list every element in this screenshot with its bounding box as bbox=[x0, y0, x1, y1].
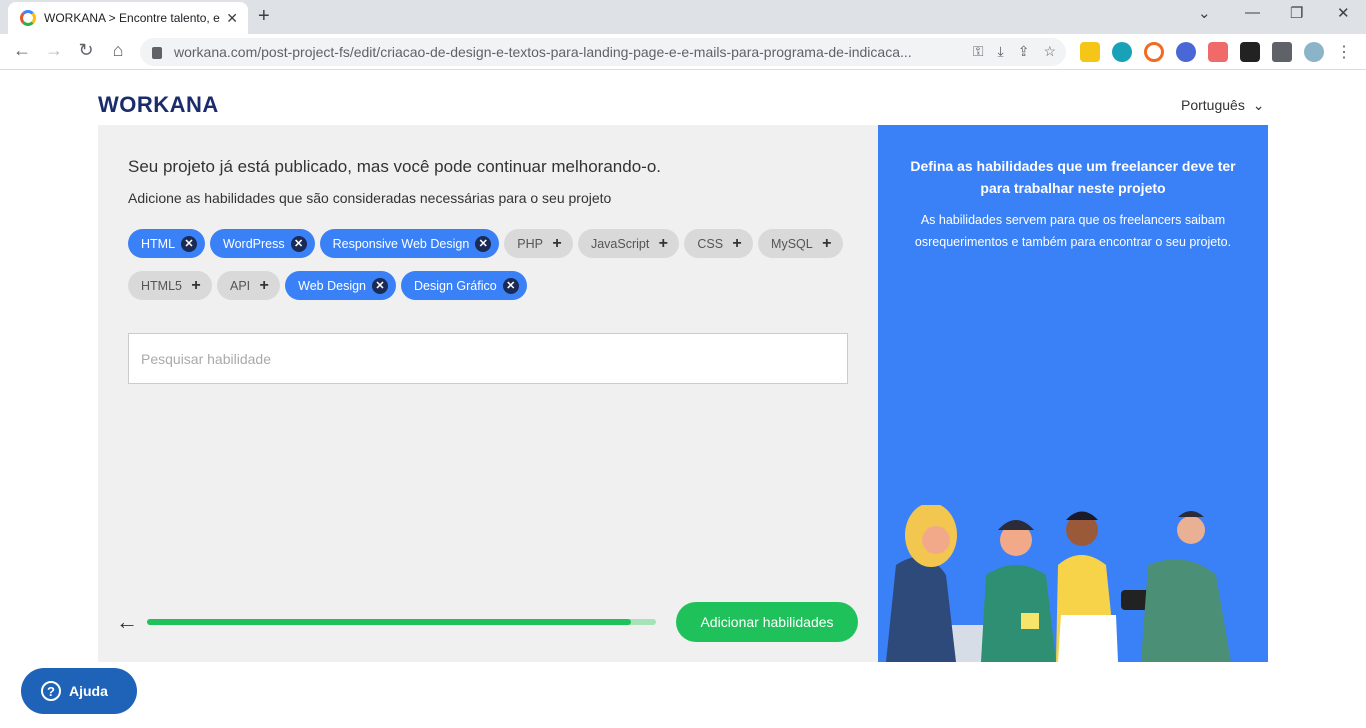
skill-chip-label: PHP bbox=[517, 236, 543, 251]
language-label: Português bbox=[1181, 97, 1245, 113]
skill-chip[interactable]: Web Design ✕ bbox=[285, 271, 396, 300]
skill-chip[interactable]: WordPress ✕ bbox=[210, 229, 315, 258]
url-text[interactable]: workana.com/post-project-fs/edit/criacao… bbox=[174, 44, 934, 60]
skill-chip[interactable]: CSS + bbox=[684, 229, 754, 258]
info-panel: Defina as habilidades que um freelancer … bbox=[878, 125, 1268, 662]
browser-toolbar: ← → ↻ ⌂ workana.com/post-project-fs/edit… bbox=[0, 34, 1366, 70]
extension-icon[interactable] bbox=[1208, 42, 1228, 62]
info-text: As habilidades servem para que os freela… bbox=[914, 213, 1232, 249]
skill-chip[interactable]: JavaScript + bbox=[577, 229, 680, 258]
add-icon[interactable]: + bbox=[729, 235, 745, 252]
skill-chip-label: MySQL bbox=[771, 236, 813, 251]
key-icon[interactable]: ⚿ bbox=[973, 43, 984, 60]
skill-search-input[interactable] bbox=[128, 333, 848, 384]
extension-icon[interactable] bbox=[1112, 42, 1132, 62]
workana-logo[interactable]: WORKANA bbox=[98, 92, 219, 118]
new-tab-button[interactable]: + bbox=[258, 5, 270, 28]
tab-bar: WORKANA > Encontre talento, e ✕ + ⌄ — ❐ … bbox=[0, 0, 1366, 34]
skill-chip[interactable]: API + bbox=[216, 271, 281, 300]
lock-icon bbox=[152, 47, 162, 59]
add-icon[interactable]: + bbox=[188, 277, 204, 294]
remove-icon[interactable]: ✕ bbox=[475, 235, 492, 252]
skill-chip-label: Design Gráfico bbox=[414, 278, 497, 293]
skill-chip[interactable]: HTML5 + bbox=[128, 271, 212, 300]
skill-chip[interactable]: Responsive Web Design ✕ bbox=[319, 229, 500, 258]
tab-close-icon[interactable]: ✕ bbox=[226, 10, 238, 27]
remove-icon[interactable]: ✕ bbox=[502, 277, 519, 294]
reload-icon[interactable]: ↻ bbox=[74, 40, 98, 61]
remove-icon[interactable]: ✕ bbox=[290, 235, 307, 252]
skill-chip-label: HTML bbox=[141, 236, 176, 251]
add-icon[interactable]: + bbox=[819, 235, 835, 252]
extension-icon[interactable] bbox=[1144, 42, 1164, 62]
tab-search-icon[interactable]: ⌄ bbox=[1198, 4, 1211, 22]
add-icon[interactable]: + bbox=[256, 277, 272, 294]
skills-chip-list: HTML ✕ WordPress ✕ Responsive Web Design ✕ PHP… bbox=[128, 229, 848, 300]
extension-icon[interactable] bbox=[1080, 42, 1100, 62]
skill-chip-label: WordPress bbox=[223, 236, 285, 251]
progress-bar bbox=[147, 619, 656, 625]
skill-chip-label: CSS bbox=[697, 236, 724, 251]
skill-chip-label: JavaScript bbox=[590, 236, 650, 251]
extension-icon[interactable] bbox=[1240, 42, 1260, 62]
menu-icon[interactable]: ⋮ bbox=[1336, 42, 1352, 62]
back-icon[interactable]: ← bbox=[10, 40, 34, 61]
skill-chip-label: API bbox=[229, 278, 251, 293]
skill-chip[interactable]: HTML ✕ bbox=[128, 229, 206, 258]
profile-avatar[interactable] bbox=[1304, 42, 1324, 62]
share-icon[interactable]: ⇪ bbox=[1018, 43, 1030, 60]
bookmark-star-icon[interactable]: ☆ bbox=[1043, 43, 1056, 60]
home-icon[interactable]: ⌂ bbox=[106, 40, 130, 61]
skill-chip[interactable]: Design Gráfico ✕ bbox=[401, 271, 527, 300]
skills-form-panel: Seu projeto já está publicado, mas você … bbox=[98, 125, 878, 662]
favicon-icon bbox=[20, 10, 36, 26]
restore-button[interactable]: ❐ bbox=[1290, 4, 1303, 22]
page-headline: Seu projeto já está publicado, mas você … bbox=[128, 157, 662, 176]
extension-icon[interactable] bbox=[1176, 42, 1196, 62]
add-skills-button[interactable]: Adicionar habilidades bbox=[676, 602, 858, 642]
skill-chip[interactable]: PHP + bbox=[504, 229, 573, 258]
close-window-button[interactable]: ✕ bbox=[1337, 4, 1350, 22]
progress-fill bbox=[147, 619, 631, 625]
browser-tab[interactable]: WORKANA > Encontre talento, e ✕ bbox=[8, 2, 248, 34]
freelancers-illustration bbox=[886, 505, 1231, 662]
help-button[interactable]: ? Ajuda bbox=[21, 668, 137, 714]
help-label: Ajuda bbox=[69, 683, 108, 699]
language-selector[interactable]: Português ⌄ bbox=[1181, 97, 1264, 114]
forward-icon[interactable]: → bbox=[42, 40, 66, 61]
add-icon[interactable]: + bbox=[655, 235, 671, 252]
remove-icon[interactable]: ✕ bbox=[181, 235, 198, 252]
remove-icon[interactable]: ✕ bbox=[372, 277, 388, 294]
install-icon[interactable]: ⤓ bbox=[998, 43, 1004, 60]
extensions-area: ⋮ bbox=[1080, 42, 1352, 62]
minimize-button[interactable]: — bbox=[1245, 4, 1260, 21]
info-title: Defina as habilidades que um freelancer … bbox=[910, 158, 1236, 196]
chevron-down-icon: ⌄ bbox=[1252, 97, 1265, 113]
address-bar[interactable]: workana.com/post-project-fs/edit/criacao… bbox=[140, 38, 1066, 66]
back-arrow-icon[interactable]: ← bbox=[116, 609, 138, 635]
help-icon: ? bbox=[41, 681, 61, 701]
page-subheading: Adicione as habilidades que são consider… bbox=[128, 190, 612, 206]
skill-chip-label: Web Design bbox=[298, 278, 366, 293]
skill-chip-label: Responsive Web Design bbox=[332, 236, 470, 251]
tab-title: WORKANA > Encontre talento, e bbox=[44, 11, 220, 25]
skill-chip[interactable]: MySQL + bbox=[758, 229, 843, 258]
puzzle-icon[interactable] bbox=[1272, 42, 1292, 62]
skill-chip-label: HTML5 bbox=[141, 278, 182, 293]
add-icon[interactable]: + bbox=[549, 235, 565, 252]
